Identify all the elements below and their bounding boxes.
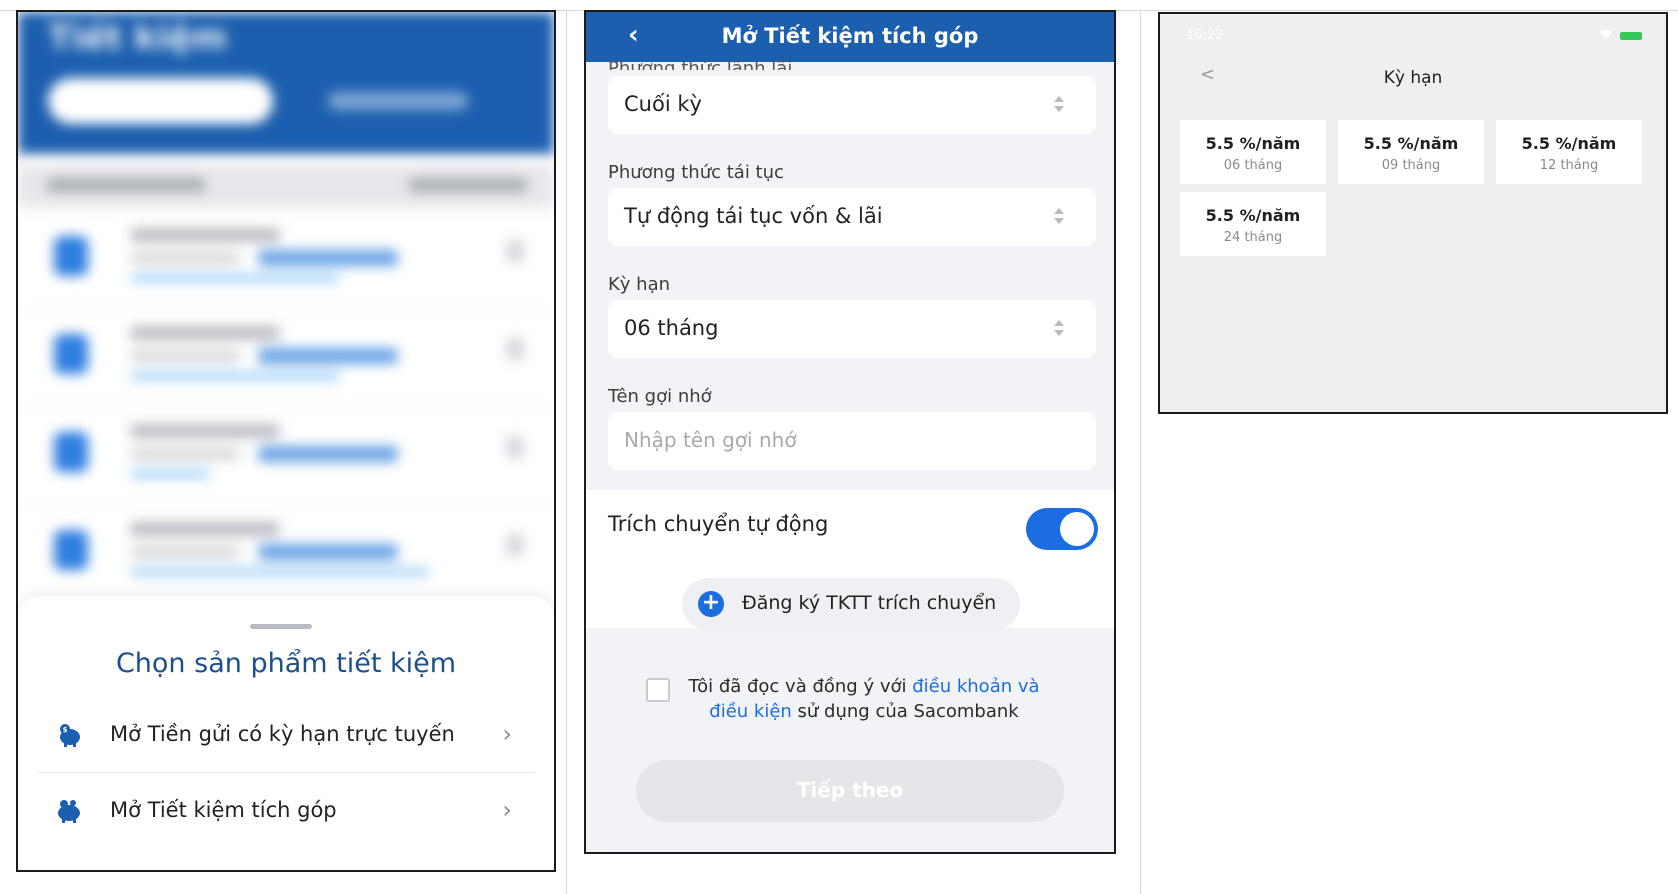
terms-prefix: Tôi đã đọc và đồng ý với — [688, 676, 913, 697]
payout-method-label: Phương thức lãnh lãi — [608, 58, 793, 70]
list-item[interactable] — [18, 310, 554, 408]
renewal-method-select[interactable]: Tự động tái tục vốn & lãi — [608, 188, 1096, 246]
screen-term-selection: 16:22 < Kỳ hạn 5.5 %/năm 06 tháng 5.5 %/… — [1158, 12, 1668, 414]
terms-text: Tôi đã đọc và đồng ý với điều khoản và đ… — [684, 674, 1044, 724]
auto-transfer-label: Trích chuyển tự động — [608, 512, 829, 536]
document-icon — [54, 334, 88, 374]
input-placeholder: Nhập tên gợi nhớ — [624, 428, 797, 452]
option-open-term-deposit[interactable]: $ Mở Tiền gửi có kỳ hạn trực tuyến › — [38, 698, 534, 772]
segment-tab-inactive[interactable] — [328, 92, 468, 110]
bottom-sheet: Chọn sản phẩm tiết kiệm $ Mở Tiền gửi có… — [18, 596, 554, 870]
segment-tab-active[interactable] — [48, 78, 273, 124]
term-option-card[interactable]: 5.5 %/năm 06 tháng — [1180, 120, 1326, 184]
term-option-card[interactable]: 5.5 %/năm 09 tháng — [1338, 120, 1484, 184]
option-open-accumulative-savings[interactable]: Mở Tiết kiệm tích góp › — [38, 774, 534, 848]
svg-text:$: $ — [63, 726, 68, 734]
sort-updown-icon — [1054, 96, 1064, 112]
document-icon — [54, 432, 88, 472]
button-label: Tiếp theo — [796, 778, 904, 802]
filter-text — [46, 178, 206, 192]
rate-text: 5.5 %/năm — [1521, 134, 1617, 153]
divider — [38, 772, 534, 773]
payout-method-select[interactable]: Cuối kỳ — [608, 76, 1096, 134]
document-icon — [54, 236, 88, 276]
account-list — [18, 212, 554, 604]
list-item[interactable] — [18, 212, 554, 310]
page-title: Kỳ hạn — [1383, 68, 1443, 88]
term-option-card[interactable]: 5.5 %/năm 24 tháng — [1180, 192, 1326, 256]
auto-transfer-toggle[interactable] — [1026, 508, 1098, 550]
sort-updown-icon — [1054, 208, 1064, 224]
chevron-right-icon — [506, 338, 524, 360]
piggy-bank-icon: $ — [60, 724, 80, 747]
list-item[interactable] — [18, 408, 554, 506]
term-text: 09 tháng — [1381, 158, 1441, 173]
term-text: 06 tháng — [1223, 158, 1283, 173]
terms-suffix: sử dụng của Sacombank — [791, 701, 1019, 722]
option-label: Mở Tiền gửi có kỳ hạn trực tuyến — [110, 722, 455, 746]
app-header: Tiết kiệm — [18, 12, 554, 154]
sheet-drag-handle[interactable] — [250, 624, 312, 629]
wifi-icon — [1600, 29, 1612, 39]
screen-open-accumulative-savings: ‹ Mở Tiết kiệm tích góp Phương thức lãnh… — [584, 10, 1116, 854]
term-text: 12 tháng — [1539, 158, 1599, 173]
sort-updown-icon — [1054, 320, 1064, 336]
rate-text: 5.5 %/năm — [1363, 134, 1459, 153]
page-title: Mở Tiết kiệm tích góp — [721, 24, 979, 48]
app-header: ‹ Mở Tiết kiệm tích góp — [586, 12, 1114, 62]
term-text: 24 tháng — [1223, 230, 1283, 245]
next-button[interactable]: Tiếp theo — [636, 760, 1064, 822]
select-value: Tự động tái tục vốn & lãi — [624, 204, 883, 228]
list-filter-bar — [18, 164, 554, 208]
select-value: Cuối kỳ — [624, 92, 702, 116]
table-divider-2 — [1140, 10, 1141, 894]
header-title: Tiết kiệm — [48, 18, 227, 58]
button-label: Đăng ký TKTT trích chuyển — [742, 592, 997, 614]
plus-circle-icon: + — [698, 591, 724, 617]
battery-icon — [1620, 32, 1642, 40]
status-time: 16:22 — [1186, 28, 1224, 43]
rate-text: 5.5 %/năm — [1205, 134, 1301, 153]
terms-checkbox[interactable] — [646, 678, 670, 702]
term-select[interactable]: 06 tháng — [608, 300, 1096, 358]
filter-action[interactable] — [408, 178, 528, 192]
toggle-knob — [1060, 512, 1094, 546]
option-label: Mở Tiết kiệm tích góp — [110, 798, 337, 822]
chevron-right-icon: › — [502, 796, 512, 824]
sheet-title: Chọn sản phẩm tiết kiệm — [115, 648, 457, 679]
piggy-bank-icon — [58, 800, 80, 823]
nickname-label: Tên gợi nhớ — [608, 386, 712, 407]
chevron-right-icon — [506, 436, 524, 458]
screen-choose-savings-product: Tiết kiệm Chọn sản phẩm tiết kiệm $ Mở T… — [16, 10, 556, 872]
register-transfer-account-button[interactable]: + Đăng ký TKTT trích chuyển — [682, 578, 1020, 630]
table-divider-1 — [566, 10, 567, 894]
list-item[interactable] — [18, 506, 554, 604]
chevron-right-icon — [506, 534, 524, 556]
term-label: Kỳ hạn — [608, 274, 671, 295]
chevron-right-icon: › — [502, 720, 512, 748]
renewal-method-label: Phương thức tái tục — [608, 162, 784, 183]
select-value: 06 tháng — [624, 316, 719, 340]
auto-transfer-section: Trích chuyển tự động + Đăng ký TKTT tríc… — [586, 490, 1114, 630]
document-icon — [54, 530, 88, 570]
chevron-right-icon — [506, 240, 524, 262]
term-option-card[interactable]: 5.5 %/năm 12 tháng — [1496, 120, 1642, 184]
nickname-input[interactable]: Nhập tên gợi nhớ — [608, 412, 1096, 470]
rate-text: 5.5 %/năm — [1205, 206, 1301, 225]
